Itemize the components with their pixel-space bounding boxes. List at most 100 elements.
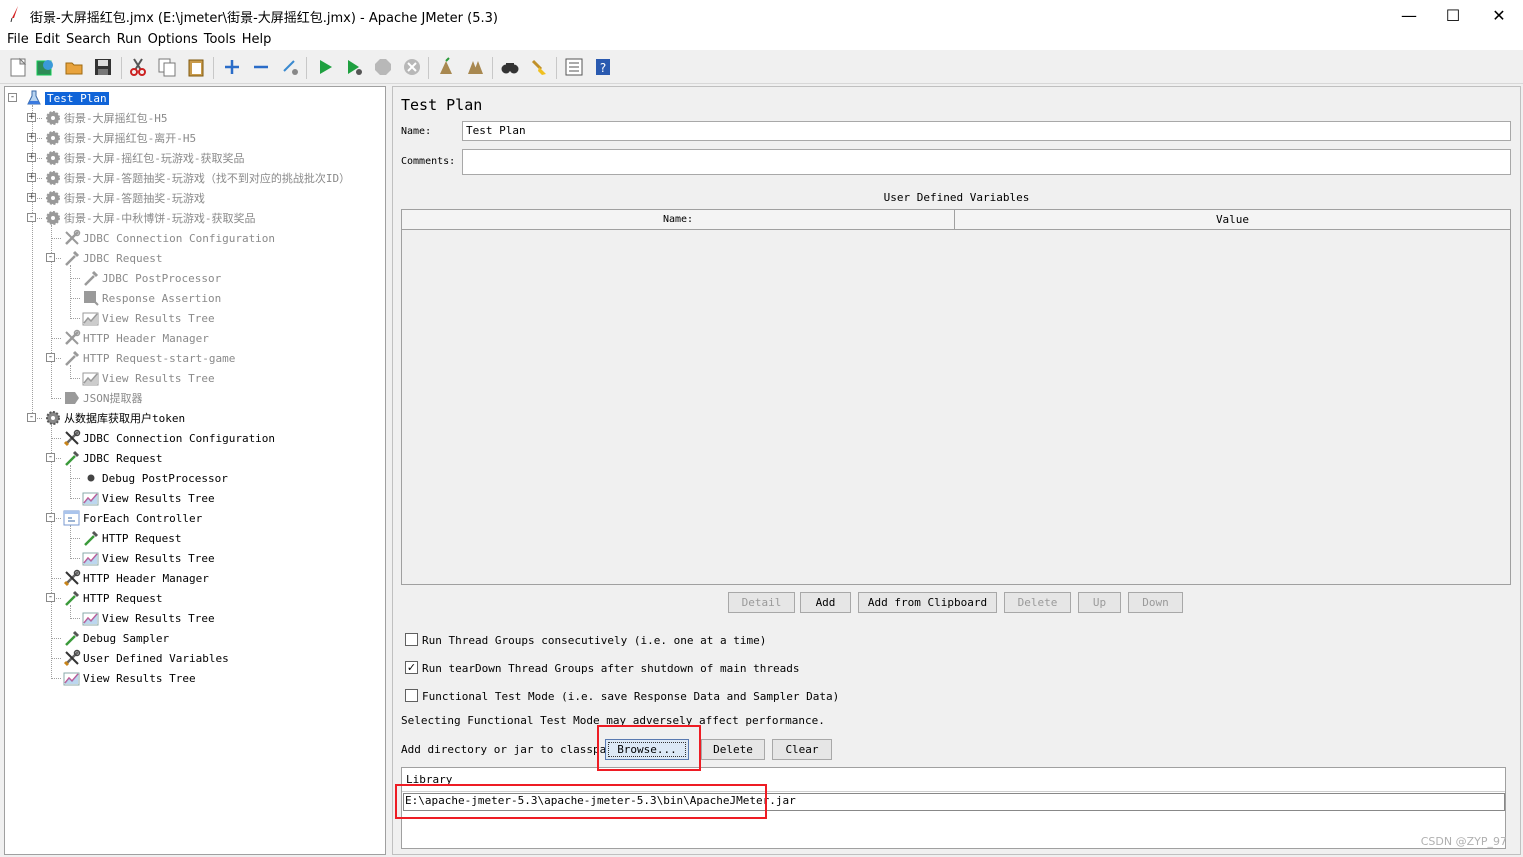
- expand-toggle-icon[interactable]: +: [27, 193, 36, 202]
- tree-node-thread-group-leave-h5[interactable]: 街景-大屏摇红包-离开-H5: [44, 129, 196, 147]
- collapse-all-button[interactable]: [249, 55, 273, 79]
- reset-search-button[interactable]: [527, 55, 551, 79]
- search-button[interactable]: [498, 55, 522, 79]
- copy-button[interactable]: [155, 55, 179, 79]
- clear-all-icon: [468, 61, 483, 74]
- menu-run[interactable]: Run: [114, 30, 145, 50]
- menu-edit[interactable]: Edit: [32, 30, 63, 50]
- tree-node-thread-group-mooncake[interactable]: 街景-大屏-中秋博饼-玩游戏-获取奖品: [44, 209, 256, 227]
- collapse-toggle-icon[interactable]: -: [8, 93, 17, 102]
- tree-node-jdbc-postprocessor[interactable]: JDBC PostProcessor: [82, 269, 221, 287]
- tree-node-thread-group-quiz[interactable]: 街景-大屏-答题抽奖-玩游戏: [44, 189, 205, 207]
- expand-toggle-icon[interactable]: +: [27, 173, 36, 182]
- collapse-toggle-icon[interactable]: -: [46, 593, 55, 602]
- delete-row-button[interactable]: Delete: [1004, 592, 1071, 613]
- clear-classpath-button[interactable]: Clear: [772, 739, 832, 760]
- tree-node-thread-group-quiz-noid[interactable]: 街景-大屏-答题抽奖-玩游戏（找不到对应的挑战批次ID）: [44, 169, 350, 187]
- comments-field[interactable]: [462, 149, 1511, 175]
- up-button[interactable]: Up: [1078, 592, 1121, 613]
- tree-node-http-header-manager-2[interactable]: HTTP Header Manager: [63, 569, 209, 587]
- cut-button[interactable]: [126, 55, 150, 79]
- templates-button[interactable]: [33, 55, 57, 79]
- expand-all-button[interactable]: [220, 55, 244, 79]
- udv-col-value[interactable]: Value: [955, 210, 1510, 230]
- tree-node-http-header-manager-1[interactable]: HTTP Header Manager: [63, 329, 209, 347]
- tree-node-jdbc-request-2[interactable]: JDBC Request: [63, 449, 162, 467]
- menu-search[interactable]: Search: [63, 30, 114, 50]
- function-helper-button[interactable]: [562, 55, 586, 79]
- tree-node-view-results-4[interactable]: View Results Tree: [82, 549, 215, 567]
- tree-node-debug-sampler[interactable]: Debug Sampler: [63, 629, 169, 647]
- collapse-toggle-icon[interactable]: -: [46, 253, 55, 262]
- open-icon: [65, 62, 83, 75]
- tree-node-http-request-1[interactable]: HTTP Request: [82, 529, 181, 547]
- tree-node-label: 街景-大屏摇红包-离开-H5: [64, 132, 197, 145]
- consecutive-checkbox[interactable]: [405, 633, 418, 646]
- menu-help[interactable]: Help: [239, 30, 275, 50]
- expand-toggle-icon[interactable]: +: [27, 113, 36, 122]
- functional-mode-checkbox[interactable]: [405, 689, 418, 702]
- udv-col-name[interactable]: Name:: [402, 210, 955, 230]
- tree-node-http-request-2[interactable]: HTTP Request: [63, 589, 162, 607]
- collapse-toggle-icon[interactable]: -: [27, 213, 36, 222]
- tree-node-http-request-start-game[interactable]: HTTP Request-start-game: [63, 349, 235, 367]
- test-plan-panel: Test Plan Name: Test Plan Comments: User…: [392, 86, 1521, 855]
- tree-node-user-defined-variables[interactable]: User Defined Variables: [63, 649, 229, 667]
- menu-file[interactable]: File: [4, 30, 32, 50]
- tree-node-view-results-2[interactable]: View Results Tree: [82, 369, 215, 387]
- tree-node-jdbc-config-1[interactable]: JDBC Connection Configuration: [63, 229, 275, 247]
- tree-node-jdbc-request-1[interactable]: JDBC Request: [63, 249, 162, 267]
- tree-node-response-assertion[interactable]: Response Assertion: [82, 289, 221, 307]
- gear-icon: [44, 109, 62, 127]
- test-plan-tree[interactable]: - Test Plan + 街景-大屏摇红包-H5 + 街景-大屏摇红包-离开-H5 + 街景…: [4, 86, 386, 855]
- teardown-checkbox[interactable]: ✓: [405, 661, 418, 674]
- tree-node-jdbc-config-2[interactable]: JDBC Connection Configuration: [63, 429, 275, 447]
- maximize-button[interactable]: ☐: [1430, 0, 1476, 30]
- collapse-toggle-icon[interactable]: -: [46, 353, 55, 362]
- tree-node-thread-group-shake-prize[interactable]: 街景-大屏-摇红包-玩游戏-获取奖品: [44, 149, 245, 167]
- help-button[interactable]: ?: [591, 55, 615, 79]
- add-button[interactable]: Add: [800, 592, 851, 613]
- collapse-toggle-icon[interactable]: -: [46, 453, 55, 462]
- menu-tools[interactable]: Tools: [201, 30, 239, 50]
- clear-button[interactable]: [434, 55, 458, 79]
- down-button[interactable]: Down: [1128, 592, 1183, 613]
- expand-toggle-icon[interactable]: +: [27, 153, 36, 162]
- minimize-button[interactable]: —: [1386, 0, 1432, 30]
- tree-node-thread-group-h5[interactable]: 街景-大屏摇红包-H5: [44, 109, 168, 127]
- expand-toggle-icon[interactable]: +: [27, 133, 36, 142]
- tree-node-view-results-6[interactable]: View Results Tree: [63, 669, 196, 687]
- shutdown-button[interactable]: [400, 55, 424, 79]
- collapse-toggle-icon[interactable]: -: [27, 413, 36, 422]
- toggle-button[interactable]: [278, 55, 302, 79]
- tree-node-view-results-1[interactable]: View Results Tree: [82, 309, 215, 327]
- tree-node-foreach-controller[interactable]: ForEach Controller: [63, 509, 202, 527]
- stop-button[interactable]: [371, 55, 395, 79]
- start-no-pauses-button[interactable]: [342, 55, 366, 79]
- name-field[interactable]: Test Plan: [462, 121, 1511, 141]
- tree-node-view-results-5[interactable]: View Results Tree: [82, 609, 215, 627]
- clear-all-button[interactable]: [463, 55, 487, 79]
- tree-node-test-plan[interactable]: Test Plan: [25, 89, 109, 107]
- close-button[interactable]: ✕: [1476, 0, 1522, 30]
- detail-button[interactable]: Detail: [728, 592, 795, 613]
- menu-options[interactable]: Options: [145, 30, 201, 50]
- controller-icon: [63, 509, 81, 527]
- delete-classpath-button[interactable]: Delete: [701, 739, 765, 760]
- tree-node-view-results-3[interactable]: View Results Tree: [82, 489, 215, 507]
- save-button[interactable]: [91, 55, 115, 79]
- clear-icon: [440, 57, 452, 74]
- tree-node-label: User Defined Variables: [83, 651, 229, 665]
- start-button[interactable]: [313, 55, 337, 79]
- collapse-toggle-icon[interactable]: -: [46, 513, 55, 522]
- tree-node-json-extractor[interactable]: JSON提取器: [63, 389, 143, 407]
- paste-button[interactable]: [184, 55, 208, 79]
- new-button[interactable]: [6, 55, 30, 79]
- open-button[interactable]: [62, 55, 86, 79]
- tree-node-thread-group-db-token[interactable]: 从数据库获取用户token: [44, 409, 185, 427]
- tree-node-debug-postprocessor[interactable]: Debug PostProcessor: [82, 469, 228, 487]
- gear-icon: [44, 209, 62, 227]
- stop-icon: [375, 59, 391, 75]
- udv-table[interactable]: Name: Value: [401, 209, 1511, 585]
- add-from-clipboard-button[interactable]: Add from Clipboard: [858, 592, 997, 613]
